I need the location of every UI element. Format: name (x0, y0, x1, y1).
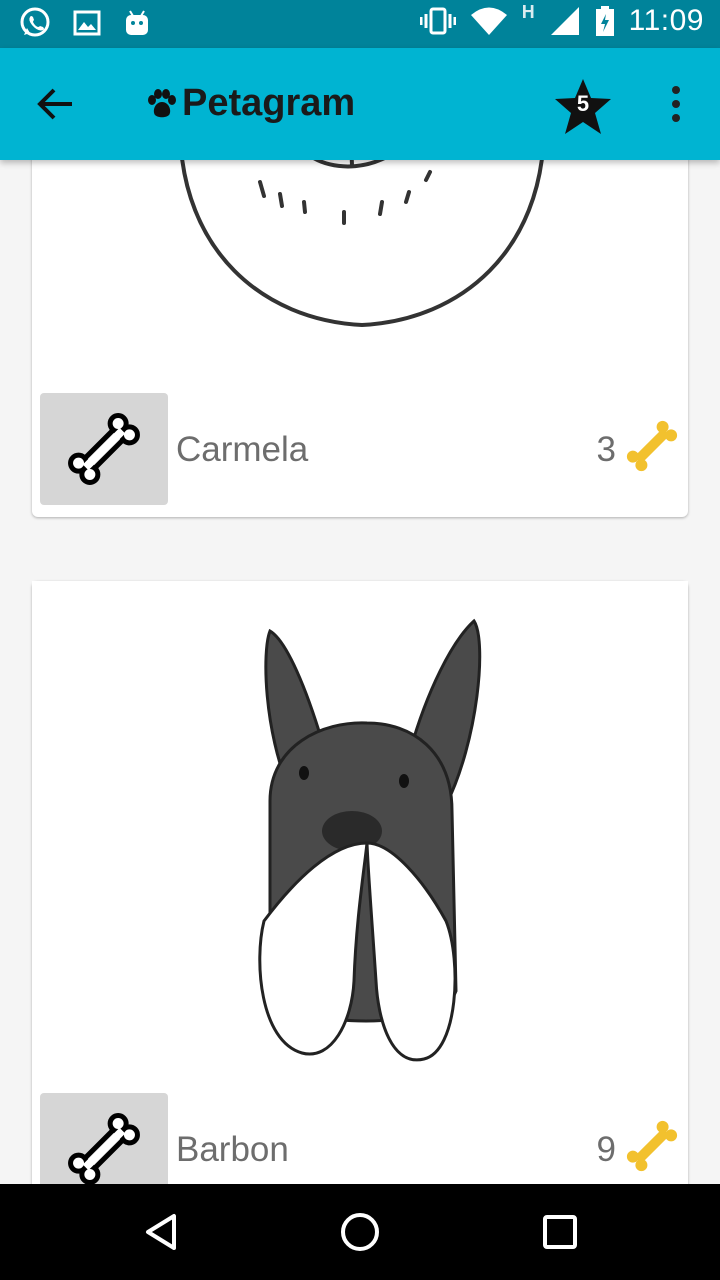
back-arrow-icon (37, 88, 72, 120)
bone-icon (68, 413, 140, 485)
app-title: Petagram (146, 82, 355, 125)
home-circle-icon (341, 1213, 379, 1251)
nav-home-button[interactable] (336, 1208, 384, 1256)
back-button[interactable] (34, 82, 78, 126)
network-type-label: H (521, 1, 535, 23)
gold-bone-icon (626, 420, 678, 472)
wifi-icon (470, 6, 508, 36)
signal-icon (549, 5, 581, 37)
pet-photo (32, 581, 688, 1081)
pet-photo (32, 160, 688, 400)
status-time: 11:09 (628, 4, 704, 37)
pet-likes-count: 3 (596, 430, 616, 469)
android-icon (122, 8, 152, 38)
app-title-text: Petagram (182, 82, 356, 124)
pet-list[interactable]: Carmela 3 Barbon 9 (0, 160, 720, 1184)
favorites-button[interactable]: 5 (552, 76, 614, 138)
battery-charging-icon (595, 5, 615, 37)
more-options-button[interactable] (664, 86, 688, 126)
recents-square-icon (543, 1215, 577, 1249)
navigation-bar (0, 1184, 720, 1280)
whatsapp-icon (18, 6, 52, 40)
pet-card: Barbon 9 (32, 581, 688, 1184)
status-bar: H 11:09 (0, 0, 720, 48)
gallery-icon (72, 8, 102, 38)
like-button[interactable] (40, 393, 168, 505)
pet-name: Barbon (176, 1130, 289, 1169)
pet-likes-count: 9 (596, 1130, 616, 1169)
app-bar: Petagram 5 (0, 48, 720, 160)
nav-recents-button[interactable] (536, 1208, 584, 1256)
nav-back-button[interactable] (138, 1208, 186, 1256)
paw-icon (148, 88, 176, 117)
pet-name: Carmela (176, 430, 309, 469)
gold-bone-icon (626, 1120, 678, 1172)
vibrate-icon (419, 6, 456, 36)
back-triangle-icon (146, 1214, 176, 1250)
bone-icon (68, 1113, 140, 1184)
favorites-count: 5 (576, 91, 590, 116)
like-button[interactable] (40, 1093, 168, 1184)
pet-card: Carmela 3 (32, 160, 688, 517)
